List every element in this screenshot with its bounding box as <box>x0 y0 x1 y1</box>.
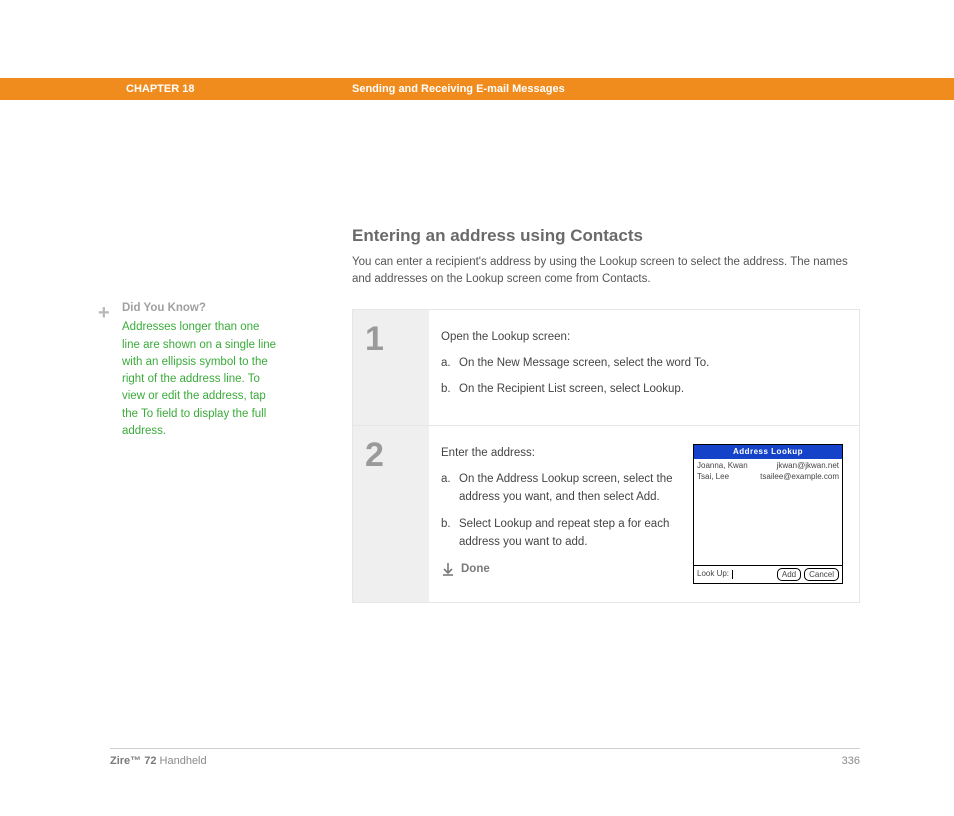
step-number: 1 <box>353 310 429 425</box>
palm-body: Joanna, Kwan jkwan@jkwan.net Tsai, Lee t… <box>694 459 842 564</box>
palm-cancel-button: Cancel <box>804 568 839 581</box>
steps-container: 1 Open the Lookup screen: a. On the New … <box>352 309 860 603</box>
step-lead: Open the Lookup screen: <box>441 328 843 346</box>
step-1: 1 Open the Lookup screen: a. On the New … <box>353 310 859 426</box>
chapter-title: Sending and Receiving E-mail Messages <box>352 83 565 95</box>
done-arrow-icon <box>441 562 455 576</box>
page-footer: Zire™ 72 Handheld 336 <box>110 748 860 767</box>
step-lead: Enter the address: <box>441 444 679 462</box>
page-number: 336 <box>842 755 860 767</box>
did-you-know-body: Addresses longer than one line are shown… <box>122 319 280 440</box>
section-title: Entering an address using Contacts <box>352 226 860 246</box>
substep: b. Select Lookup and repeat step a for e… <box>441 515 679 552</box>
main-content: Entering an address using Contacts You c… <box>352 226 860 603</box>
palm-row: Joanna, Kwan jkwan@jkwan.net <box>697 461 839 471</box>
header-bar: CHAPTER 18 Sending and Receiving E-mail … <box>0 78 954 100</box>
product-name: Zire™ 72 Handheld <box>110 755 207 767</box>
step-2: 2 Enter the address: a. On the Address L… <box>353 426 859 602</box>
sidebar-tip: + Did You Know? Addresses longer than on… <box>100 300 280 440</box>
substep: a. On the New Message screen, select the… <box>441 354 843 372</box>
palm-add-button: Add <box>777 568 801 581</box>
palm-row: Tsai, Lee tsailee@example.com <box>697 472 839 482</box>
substep: a. On the Address Lookup screen, select … <box>441 470 679 507</box>
substep: b. On the Recipient List screen, select … <box>441 380 843 398</box>
palm-screenshot: Address Lookup Joanna, Kwan jkwan@jkwan.… <box>693 444 843 584</box>
palm-cursor <box>732 570 733 579</box>
palm-lookup-label: Look Up: <box>697 568 729 581</box>
did-you-know-title: Did You Know? <box>122 300 280 317</box>
plus-icon: + <box>98 298 110 328</box>
done-label: Done <box>461 560 490 578</box>
done-indicator: Done <box>441 560 679 578</box>
step-number: 2 <box>353 426 429 602</box>
chapter-label: CHAPTER 18 <box>126 83 352 95</box>
palm-title: Address Lookup <box>694 445 842 460</box>
section-intro: You can enter a recipient's address by u… <box>352 254 860 289</box>
palm-footer: Look Up: Add Cancel <box>694 565 842 583</box>
